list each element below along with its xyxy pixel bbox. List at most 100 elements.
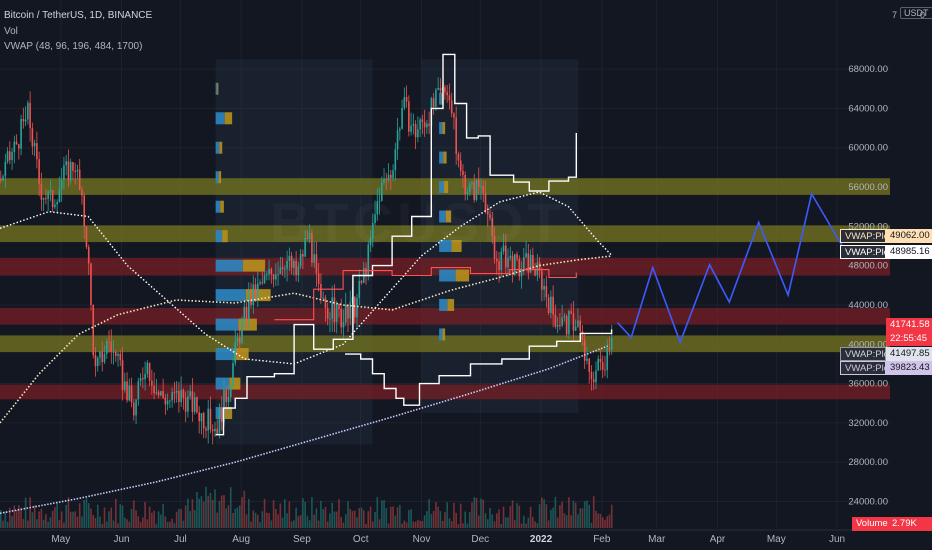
vp-left-bar-up-1: [215, 112, 225, 125]
volume-bar: [430, 513, 433, 528]
candle-body: [128, 385, 131, 401]
volume-bar: [146, 519, 149, 528]
vp-right-bar-up-7: [439, 298, 448, 311]
bar-countdown-tag: 22:55:45: [886, 332, 932, 346]
volume-bar: [516, 503, 518, 528]
volume-bar: [270, 520, 273, 528]
volume-bar: [137, 516, 140, 528]
candle-body: [572, 313, 575, 331]
volume-bar: [428, 499, 430, 528]
candle-body: [552, 296, 554, 315]
volume-bar: [554, 496, 557, 528]
candle-body: [83, 195, 86, 227]
volume-bar: [588, 504, 590, 528]
volume-bar: [101, 523, 104, 528]
volume-bar: [94, 517, 97, 528]
x-tick-label-12: May: [767, 534, 786, 545]
candle-body: [108, 341, 110, 343]
volume-bar: [250, 521, 252, 528]
symbol-title[interactable]: Bitcoin / TetherUS, 1D, BINANCE: [4, 10, 152, 21]
candle-body: [117, 353, 119, 357]
candle-body: [92, 304, 95, 355]
volume-bar: [529, 506, 532, 528]
candle-body: [135, 399, 137, 416]
candle-body: [6, 151, 9, 162]
y-tick-label-3: 56000.00: [848, 182, 888, 193]
candle-body: [342, 322, 345, 328]
volume-bar: [604, 519, 606, 528]
volume-bar: [491, 514, 494, 528]
candle-body: [191, 391, 194, 412]
volume-bar: [308, 520, 311, 528]
volume-bar: [511, 500, 514, 528]
candle-body: [232, 363, 234, 387]
vwap-indicator-label[interactable]: VWAP (48, 96, 196, 484, 1700): [4, 41, 142, 52]
volume-tag-label: Volume: [852, 517, 888, 531]
candle-body: [110, 341, 113, 353]
candle-body: [263, 275, 266, 284]
volume-bar: [371, 521, 374, 528]
volume-bar: [142, 517, 144, 528]
candle-body: [198, 412, 200, 422]
candle-body: [31, 128, 34, 147]
y-tick-label-5: 48000.00: [848, 261, 888, 272]
vp-left-bar-up-0: [215, 82, 218, 95]
volume-bar: [313, 514, 315, 528]
volume-bar: [441, 521, 444, 528]
candle-body: [401, 108, 403, 129]
volume-bar: [480, 498, 482, 528]
volume-bar: [482, 499, 485, 528]
volume-bar: [227, 505, 230, 528]
candle-body: [96, 357, 99, 367]
volume-bar: [475, 497, 478, 528]
volume-bar: [565, 515, 568, 528]
vp-left-bar-down-3: [218, 171, 222, 184]
candle-body: [428, 123, 430, 126]
candle-body: [151, 380, 153, 386]
volume-bar: [601, 517, 604, 528]
candle-body: [545, 286, 548, 298]
candle-body: [247, 296, 250, 320]
volume-bar: [486, 519, 489, 528]
volume-bar: [297, 516, 300, 528]
volume-bar: [412, 521, 415, 528]
candle-body: [290, 255, 293, 268]
candle-body: [126, 381, 128, 401]
volume-bar: [419, 520, 421, 528]
volume-bar: [498, 509, 500, 528]
candle-body: [266, 274, 268, 276]
volume-tag-value: 2.79K: [888, 517, 932, 531]
price-chart[interactable]: 68000.0064000.0060000.0056000.0052000.00…: [0, 0, 932, 550]
volume-bar: [367, 511, 370, 528]
volume-bar: [268, 513, 270, 528]
candle-body: [349, 302, 352, 319]
volume-bar: [347, 501, 349, 528]
volume-bar: [387, 523, 390, 528]
candle-body: [534, 269, 536, 276]
candle-body: [69, 162, 72, 181]
volume-bar: [191, 499, 194, 528]
candle-body: [559, 324, 561, 326]
volume-bar: [426, 511, 428, 528]
candle-body: [399, 128, 401, 131]
volume-bar: [22, 519, 25, 528]
volume-bar: [112, 520, 115, 528]
candle-body: [193, 397, 196, 412]
volume-bar: [200, 496, 203, 528]
volume-indicator-label[interactable]: Vol: [4, 26, 18, 37]
volume-bar: [547, 520, 550, 528]
vwap-tag-value-2: 48985.16: [886, 245, 932, 259]
volume-bar: [63, 522, 65, 528]
candle-body: [112, 351, 115, 353]
volume-bar: [173, 523, 176, 528]
candle-body: [450, 100, 453, 114]
candle-body: [155, 392, 158, 394]
currency-button[interactable]: USDT: [900, 7, 932, 19]
volume-bar: [484, 513, 487, 528]
volume-bar: [225, 508, 228, 528]
volume-bar: [85, 498, 88, 528]
volume-bar: [543, 499, 545, 528]
candle-body: [435, 89, 437, 107]
volume-bar: [374, 511, 376, 528]
volume-bar: [536, 523, 539, 528]
